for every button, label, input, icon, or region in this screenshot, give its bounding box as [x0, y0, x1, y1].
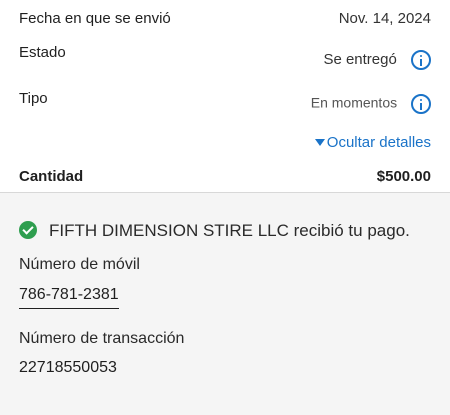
type-value: En momentos	[310, 94, 398, 111]
payment-received-message: FIFTH DIMENSION STIRE LLC recibió tu pag…	[19, 221, 410, 241]
transaction-number-value: 22718550053	[19, 359, 117, 376]
sent-date-value: Nov. 14, 2024	[338, 10, 431, 27]
amount-label: Cantidad	[19, 168, 84, 185]
mobile-number-link[interactable]: 786-781-2381	[19, 286, 119, 309]
check-circle-icon	[19, 221, 37, 240]
status-value-wrapper: Se entregó	[323, 50, 431, 70]
payment-details-panel: Fecha en que se envió Nov. 14, 2024 Esta…	[0, 0, 450, 192]
info-icon[interactable]	[411, 50, 431, 70]
status-label: Estado	[19, 44, 66, 61]
type-label: Tipo	[19, 90, 48, 107]
mobile-number-label: Número de móvil	[19, 256, 140, 273]
triangle-down-icon	[314, 138, 325, 146]
payment-received-text: FIFTH DIMENSION STIRE LLC recibió tu pag…	[49, 221, 410, 240]
hide-details-label: Ocultar detalles	[326, 134, 431, 151]
transaction-number-label: Número de transacción	[19, 330, 185, 347]
type-value-wrapper: En momentos	[311, 94, 431, 114]
hide-details-link[interactable]: Ocultar detalles	[314, 134, 431, 151]
amount-value: $500.00	[376, 168, 431, 185]
info-icon[interactable]	[411, 94, 431, 114]
status-value: Se entregó	[323, 50, 397, 68]
divider	[0, 192, 450, 193]
sent-date-label: Fecha en que se envió	[19, 10, 171, 27]
